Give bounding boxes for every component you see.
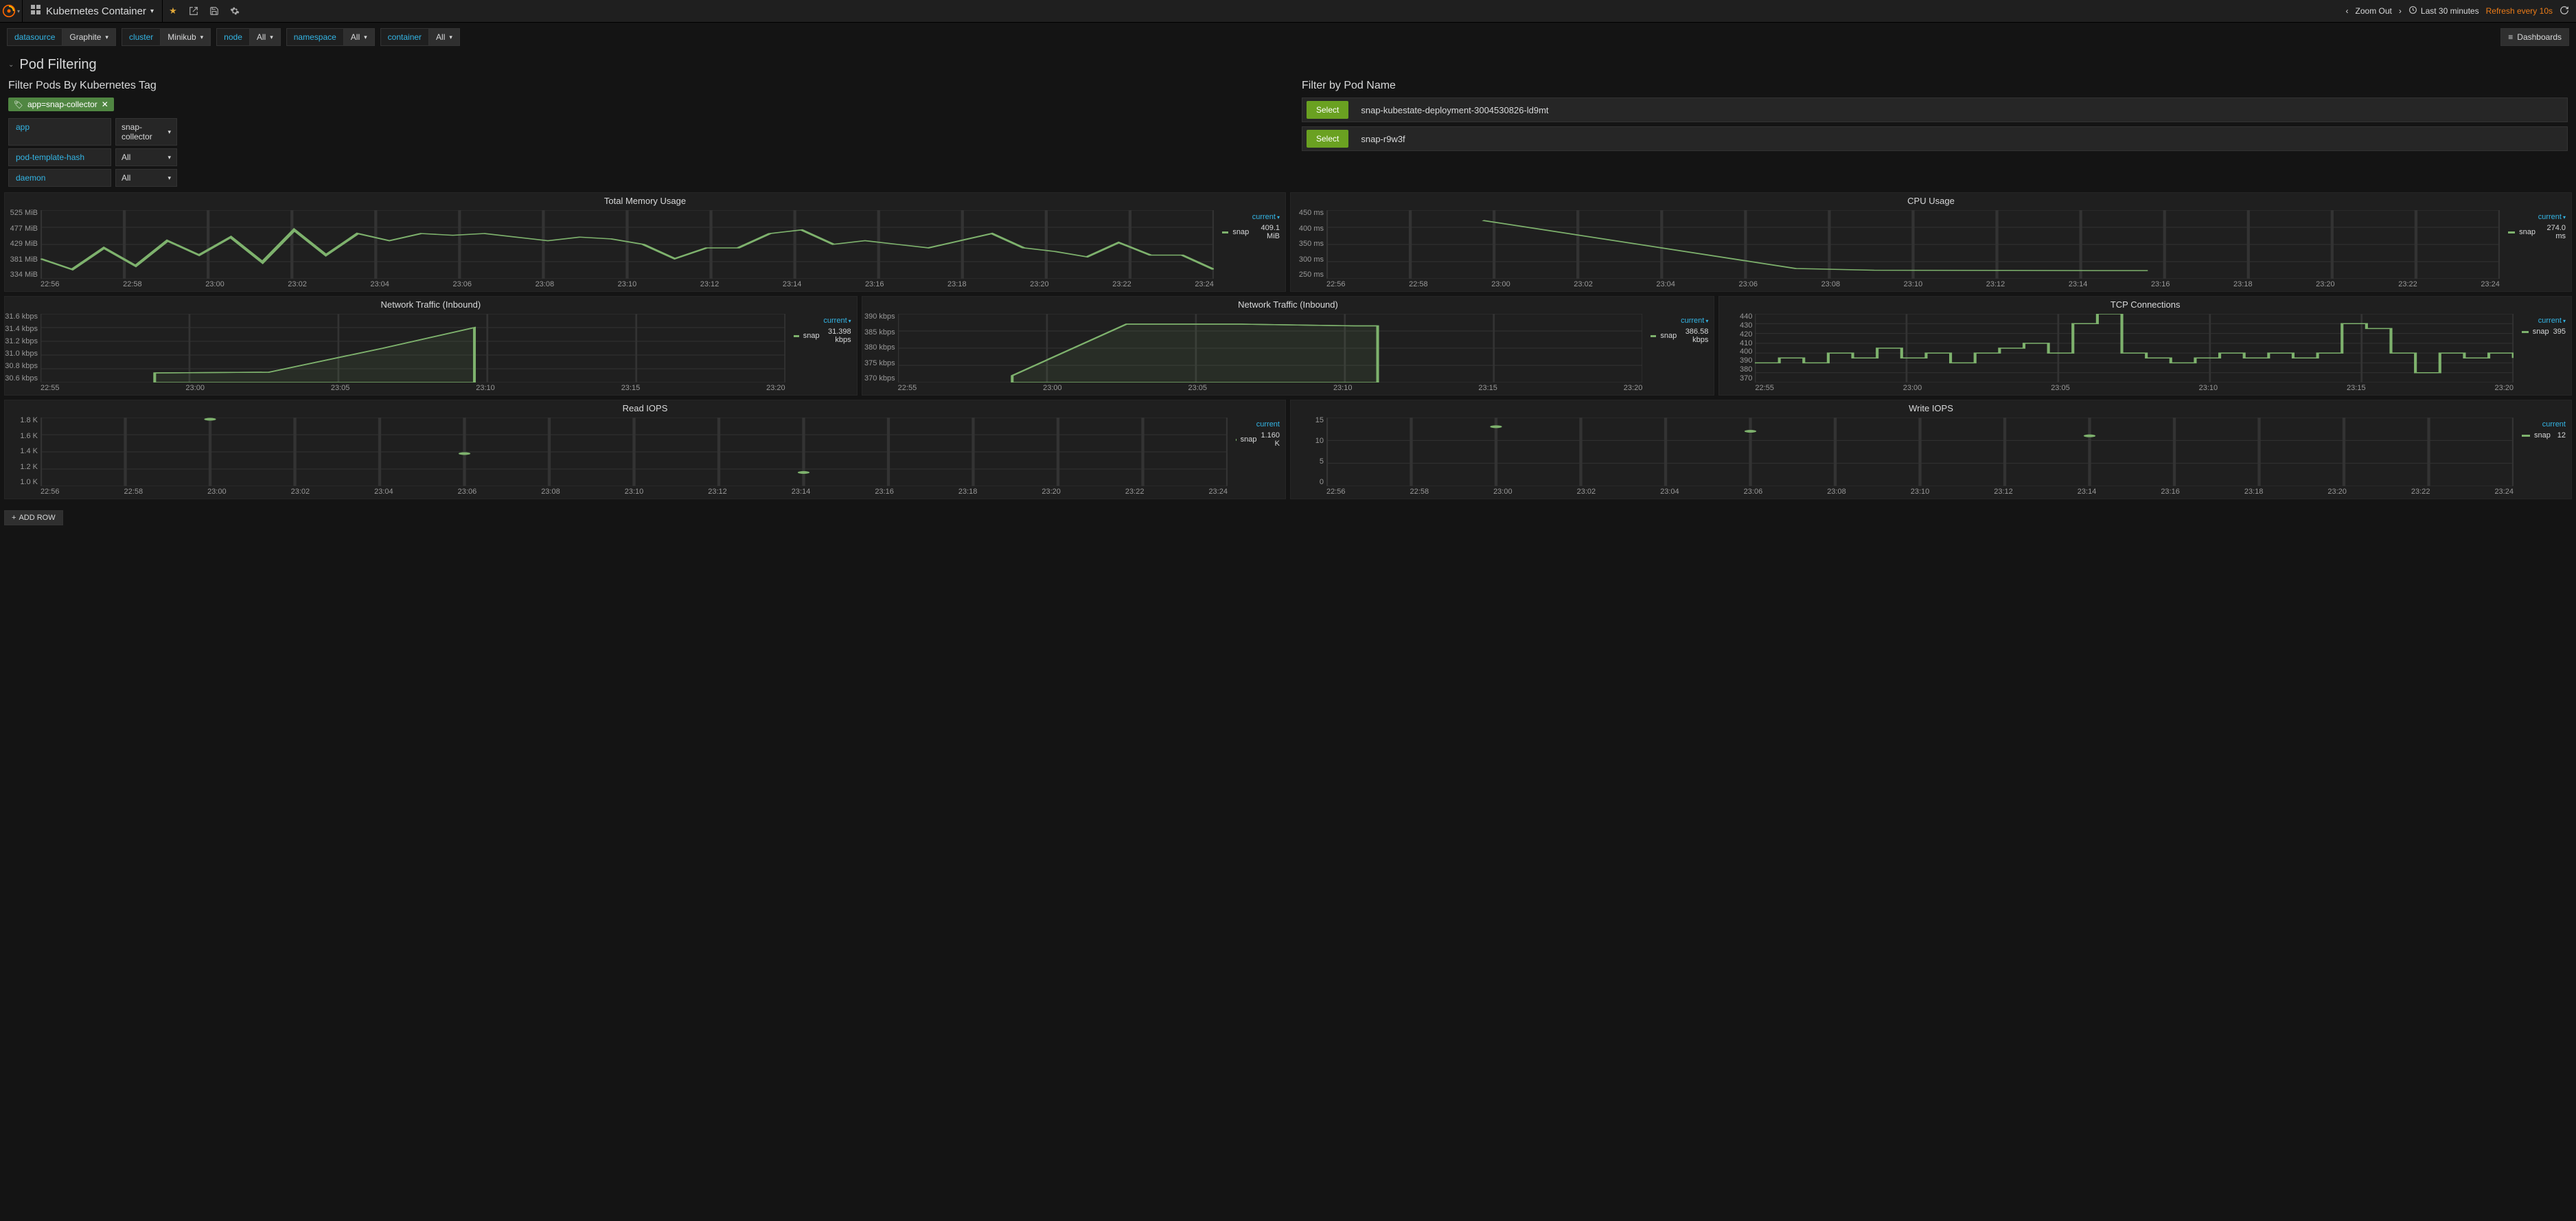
legend-swatch xyxy=(1236,439,1237,441)
legend: current snap12 xyxy=(2516,416,2571,499)
var-label: namespace xyxy=(286,28,343,46)
share-icon[interactable] xyxy=(183,0,204,22)
tag-filter-row: daemonAll▾ xyxy=(8,169,1274,187)
filter-by-pod-name-panel: Filter by Pod Name Selectsnap-kubestate-… xyxy=(1302,80,2568,187)
section-title: Pod Filtering xyxy=(19,57,96,73)
pod-row: Selectsnap-r9w3f xyxy=(1302,126,2568,151)
clock-icon xyxy=(2408,5,2417,16)
legend-swatch xyxy=(1222,231,1228,233)
tag-value-select[interactable]: All▾ xyxy=(115,169,177,187)
legend: current▾ snap31.398 kbps xyxy=(788,312,857,395)
time-range-picker[interactable]: Last 30 minutes xyxy=(2408,5,2479,16)
select-pod-button[interactable]: Select xyxy=(1307,101,1348,119)
tag-value-select[interactable]: snap-collector▾ xyxy=(115,118,177,146)
topbar: ▾ Kubernetes Container ▾ ★ ‹ Zoom Out › … xyxy=(0,0,2576,23)
var-value-dropdown[interactable]: All▾ xyxy=(428,28,460,46)
select-pod-button[interactable]: Select xyxy=(1307,130,1348,148)
legend: current▾ snap409.1 MiB xyxy=(1217,209,1285,291)
refresh-interval-label[interactable]: Refresh every 10s xyxy=(2486,6,2553,16)
panel-net-inbound-1[interactable]: Network Traffic (Inbound) 31.6 kbps31.4 … xyxy=(4,296,858,396)
panel-title: Write IOPS xyxy=(1291,400,2571,416)
var-label: node xyxy=(216,28,249,46)
panel-title: CPU Usage xyxy=(1291,193,2571,209)
pod-name-label: snap-r9w3f xyxy=(1351,134,1414,144)
legend-swatch xyxy=(2508,231,2515,233)
tag-chip-label: app=snap-collector xyxy=(27,100,97,109)
var-value-dropdown[interactable]: All▾ xyxy=(343,28,375,46)
template-var-container[interactable]: containerAll▾ xyxy=(380,28,460,46)
template-var-datasource[interactable]: datasourceGraphite▾ xyxy=(7,28,116,46)
time-controls: ‹ Zoom Out › Last 30 minutes Refresh eve… xyxy=(2339,0,2576,22)
pod-name-label: snap-kubestate-deployment-3004530826-ld9… xyxy=(1351,105,1558,115)
star-icon[interactable]: ★ xyxy=(163,0,183,22)
panel-net-inbound-2[interactable]: Network Traffic (Inbound) 390 kbps385 kb… xyxy=(862,296,1715,396)
panel-write-iops[interactable]: Write IOPS 15105022:5622:5823:0023:0223:… xyxy=(1290,400,2572,499)
template-var-bar: datasourceGraphite▾clusterMinikub▾nodeAl… xyxy=(0,23,2576,52)
dashboards-list-button[interactable]: ≡ Dashboards xyxy=(2500,28,2569,46)
chevron-down-icon: ⌄ xyxy=(8,61,14,69)
tag-filter-row: appsnap-collector▾ xyxy=(8,118,1274,146)
var-value-dropdown[interactable]: All▾ xyxy=(249,28,281,46)
panel-title: Total Memory Usage xyxy=(5,193,1285,209)
template-var-namespace[interactable]: namespaceAll▾ xyxy=(286,28,375,46)
add-row-label: ADD ROW xyxy=(19,514,55,522)
settings-icon[interactable] xyxy=(225,0,245,22)
active-tag-chip[interactable]: 🏷 app=snap-collector ✕ xyxy=(8,98,114,111)
caret-down-icon: ▾ xyxy=(150,8,154,15)
time-forward-icon[interactable]: › xyxy=(2399,6,2402,16)
refresh-icon[interactable] xyxy=(2560,5,2569,17)
add-row-button[interactable]: + ADD ROW xyxy=(4,510,63,525)
legend: current snap1.160 K xyxy=(1230,416,1285,499)
panel-tcp[interactable]: TCP Connections 440430420410400390380370… xyxy=(1718,296,2572,396)
var-value-dropdown[interactable]: Graphite▾ xyxy=(62,28,116,46)
tag-filter-row: pod-template-hashAll▾ xyxy=(8,148,1274,166)
pod-row: Selectsnap-kubestate-deployment-30045308… xyxy=(1302,98,2568,122)
legend-swatch xyxy=(2522,435,2530,437)
time-back-icon[interactable]: ‹ xyxy=(2346,6,2349,16)
legend-swatch xyxy=(1651,335,1656,337)
save-icon[interactable] xyxy=(204,0,225,22)
tag-key[interactable]: app xyxy=(8,118,111,146)
panel-cpu[interactable]: CPU Usage 450 ms400 ms350 ms300 ms250 ms… xyxy=(1290,192,2572,292)
panel-read-iops[interactable]: Read IOPS 1.8 K1.6 K1.4 K1.2 K1.0 K22:56… xyxy=(4,400,1286,499)
tag-key[interactable]: pod-template-hash xyxy=(8,148,111,166)
panel-title: Network Traffic (Inbound) xyxy=(5,297,857,312)
tag-value-select[interactable]: All▾ xyxy=(115,148,177,166)
legend: current▾ snap274.0 ms xyxy=(2503,209,2571,291)
dashboards-button-label: Dashboards xyxy=(2517,32,2562,42)
panel-title: Read IOPS xyxy=(5,400,1285,416)
var-label: container xyxy=(380,28,428,46)
row-header-pod-filtering[interactable]: ⌄ Pod Filtering xyxy=(8,54,2568,80)
legend: current▾ snap395 xyxy=(2516,312,2571,395)
dashboard-title: Kubernetes Container xyxy=(46,5,146,17)
grafana-logo[interactable]: ▾ xyxy=(0,0,23,23)
dashboard-title-picker[interactable]: Kubernetes Container ▾ xyxy=(23,0,163,22)
var-value-dropdown[interactable]: Minikub▾ xyxy=(160,28,211,46)
filter-pods-title: Filter by Pod Name xyxy=(1302,80,2568,92)
list-icon: ≡ xyxy=(2508,32,2513,42)
legend: current▾ snap386.58 kbps xyxy=(1645,312,1714,395)
panel-title: TCP Connections xyxy=(1719,297,2571,312)
filter-tags-title: Filter Pods By Kubernetes Tag xyxy=(8,80,1274,92)
var-label: cluster xyxy=(122,28,160,46)
plus-icon: + xyxy=(12,514,16,522)
tag-key[interactable]: daemon xyxy=(8,169,111,187)
dashboard-icon xyxy=(31,5,41,17)
var-label: datasource xyxy=(7,28,62,46)
panel-memory[interactable]: Total Memory Usage 525 MiB477 MiB429 MiB… xyxy=(4,192,1286,292)
filter-by-tag-panel: Filter Pods By Kubernetes Tag 🏷 app=snap… xyxy=(8,80,1274,187)
zoom-out-button[interactable]: Zoom Out xyxy=(2356,6,2392,16)
legend-swatch xyxy=(794,335,799,337)
template-var-node[interactable]: nodeAll▾ xyxy=(216,28,281,46)
remove-tag-icon[interactable]: ✕ xyxy=(102,100,108,109)
tag-icon: 🏷 xyxy=(14,100,23,109)
panel-title: Network Traffic (Inbound) xyxy=(862,297,1714,312)
template-var-cluster[interactable]: clusterMinikub▾ xyxy=(122,28,211,46)
legend-swatch xyxy=(2522,331,2529,333)
time-range-label: Last 30 minutes xyxy=(2421,6,2479,16)
